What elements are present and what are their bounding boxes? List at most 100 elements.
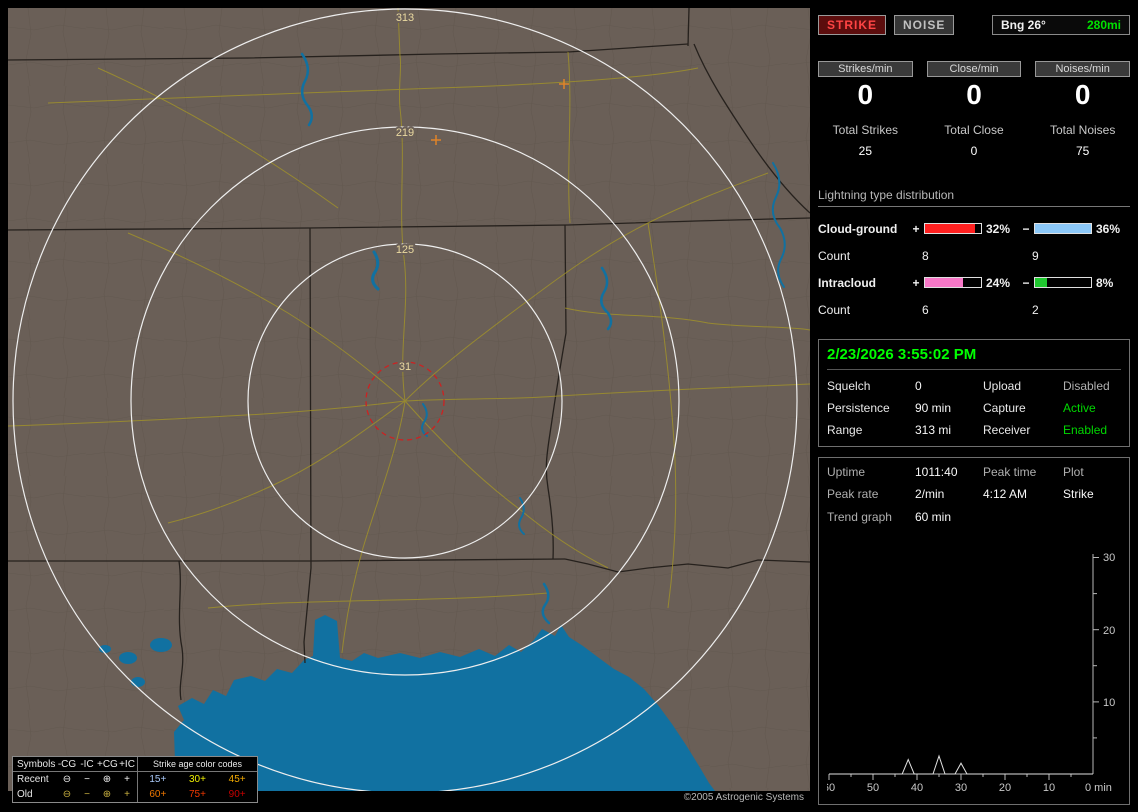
range-label-219: 219 <box>396 127 414 139</box>
ic-minus-count: 2 <box>1032 302 1039 317</box>
x-tick-0-min: 0 min <box>1085 782 1112 794</box>
statistics-grid: Uptime 1011:40 Peak time Plot Peak rate … <box>827 465 1121 501</box>
ic-minus-bar <box>1034 277 1092 288</box>
cg-plus-bar-fill <box>925 224 975 233</box>
noises-counter-column: Noises/min 0 Total Noises 75 <box>1035 61 1130 158</box>
cg-count-label: Count <box>818 248 851 263</box>
plot-value: Strike <box>1063 487 1094 501</box>
x-tick-50: 50 <box>867 782 879 794</box>
cg-minus-bar-fill <box>1035 224 1091 233</box>
x-tick-40: 40 <box>911 782 923 794</box>
noises-per-min-chip: Noises/min <box>1035 61 1130 77</box>
range-label-31: 31 <box>399 361 411 373</box>
legend-col-pos-cg: +CG <box>97 758 118 770</box>
total-noises-label: Total Noises <box>1049 123 1116 137</box>
uptime-value: 1011:40 <box>915 465 958 479</box>
y-tick-10: 10 <box>1103 697 1115 709</box>
plot-label: Plot <box>1063 465 1084 479</box>
cg-minus-count: 9 <box>1032 248 1039 263</box>
lightning-map-panel: 313 219 125 31 Symbols -CG -IC +CG +IC S… <box>8 8 810 805</box>
x-tick-30: 30 <box>955 782 967 794</box>
pos-ic-recent-icon: + <box>124 774 130 785</box>
strike-indicator-button[interactable]: STRIKE <box>818 15 887 35</box>
trend-graph: 30 20 10 60 50 40 30 20 10 0 min <box>827 552 1115 794</box>
ic-plus-bar-fill <box>925 278 963 287</box>
x-tick-20: 20 <box>999 782 1011 794</box>
range-label: Range <box>827 423 863 437</box>
pos-ic-old-icon: + <box>124 789 130 800</box>
bearing-value: Bng 26° <box>1001 18 1046 32</box>
legend-row-recent: Recent ⊖ − ⊕ + 15+ 30+ 45+ <box>13 772 257 787</box>
ic-minus-bar-fill <box>1035 278 1048 287</box>
range-value: 313 mi <box>915 423 952 437</box>
trend-spikes <box>829 754 1093 775</box>
pos-cg-old-icon: ⊕ <box>102 789 112 800</box>
trend-graph-label: Trend graph <box>827 510 892 524</box>
peak-rate-value: 2/min <box>915 487 945 501</box>
ic-minus-percent: 8% <box>1096 275 1114 290</box>
total-strikes-label: Total Strikes <box>832 123 898 137</box>
peak-rate-label: Peak rate <box>827 487 879 501</box>
upload-status: Disabled <box>1063 379 1110 393</box>
persistence-value: 90 min <box>915 401 952 415</box>
noise-indicator-button[interactable]: NOISE <box>894 15 955 35</box>
intracloud-row: Intracloud + 24% − 8% <box>818 269 1130 296</box>
age-90: 90+ <box>228 789 246 800</box>
age-45: 45+ <box>228 774 246 785</box>
receiver-label: Receiver <box>983 423 1031 437</box>
cloud-ground-row: Cloud-ground + 32% − 36% <box>818 215 1130 242</box>
cloud-ground-label: Cloud-ground <box>818 221 898 236</box>
strikes-per-min-chip: Strikes/min <box>818 61 913 77</box>
rate-counters: Strikes/min 0 Total Strikes 25 Close/min… <box>818 61 1130 158</box>
legend-col-pos-ic: +IC <box>119 758 135 770</box>
status-panel: STRIKE NOISE Bng 26° 280mi Strikes/min 0… <box>818 8 1130 805</box>
ic-plus-percent: 24% <box>986 275 1011 290</box>
copyright-text: ©2005 Astrogenic Systems <box>683 792 804 803</box>
close-counter-column: Close/min 0 Total Close 0 <box>926 61 1022 158</box>
y-tick-20: 20 <box>1103 625 1115 637</box>
intracloud-count-row: Count 6 2 <box>818 296 1130 323</box>
y-tick-30: 30 <box>1103 552 1115 564</box>
intracloud-label: Intracloud <box>818 275 877 290</box>
system-status-grid: Squelch 0 Upload Disabled Persistence 90… <box>827 379 1121 437</box>
cloud-ground-count-row: Count 8 9 <box>818 242 1130 269</box>
ic-plus-count: 6 <box>922 302 929 317</box>
cg-plus-bar <box>924 223 982 234</box>
persistence-label: Persistence <box>827 401 890 415</box>
legend-age-header: Strike age color codes <box>137 757 257 771</box>
cg-minus-percent: 36% <box>1096 221 1121 236</box>
legend-header-row: Symbols -CG -IC +CG +IC Strike age color… <box>13 757 257 772</box>
lightning-map[interactable]: 313 219 125 31 <box>8 8 810 791</box>
peak-time-label: Peak time <box>983 465 1037 479</box>
receiver-status: Enabled <box>1063 423 1108 437</box>
capture-label: Capture <box>983 401 1026 415</box>
noises-per-min-value: 0 <box>1074 79 1091 110</box>
app-window: 313 219 125 31 Symbols -CG -IC +CG +IC S… <box>0 0 1138 812</box>
range-label-313: 313 <box>396 12 414 24</box>
pos-cg-recent-icon: ⊕ <box>102 774 112 785</box>
strikes-counter-column: Strikes/min 0 Total Strikes 25 <box>818 61 913 158</box>
minus-sign: − <box>1022 221 1030 236</box>
capture-status: Active <box>1063 401 1096 415</box>
total-close-label: Total Close <box>944 123 1004 137</box>
plus-sign: + <box>912 221 920 236</box>
ic-plus-bar <box>924 277 982 288</box>
legend-col-neg-cg: -CG <box>57 758 77 770</box>
range-label-125: 125 <box>396 244 414 256</box>
close-per-min-value: 0 <box>966 79 982 110</box>
distribution-title: Lightning type distribution <box>818 188 1130 207</box>
upload-label: Upload <box>983 379 1022 393</box>
legend-symbols-header: Symbols <box>17 758 56 770</box>
total-noises-value: 75 <box>1075 144 1090 158</box>
plus-sign: + <box>912 275 920 290</box>
neg-cg-old-icon: ⊖ <box>62 789 72 800</box>
map-legend: Symbols -CG -IC +CG +IC Strike age color… <box>12 756 258 803</box>
x-tick-10: 10 <box>1043 782 1055 794</box>
squelch-label: Squelch <box>827 379 871 393</box>
legend-row-old: Old ⊖ − ⊕ + 60+ 75+ 90+ <box>13 787 257 802</box>
minus-sign: − <box>1022 275 1030 290</box>
cg-plus-count: 8 <box>922 248 929 263</box>
uptime-label: Uptime <box>827 465 866 479</box>
neg-cg-recent-icon: ⊖ <box>62 774 72 785</box>
system-status-box: 2/23/2026 3:55:02 PM Squelch 0 Upload Di… <box>818 339 1130 447</box>
